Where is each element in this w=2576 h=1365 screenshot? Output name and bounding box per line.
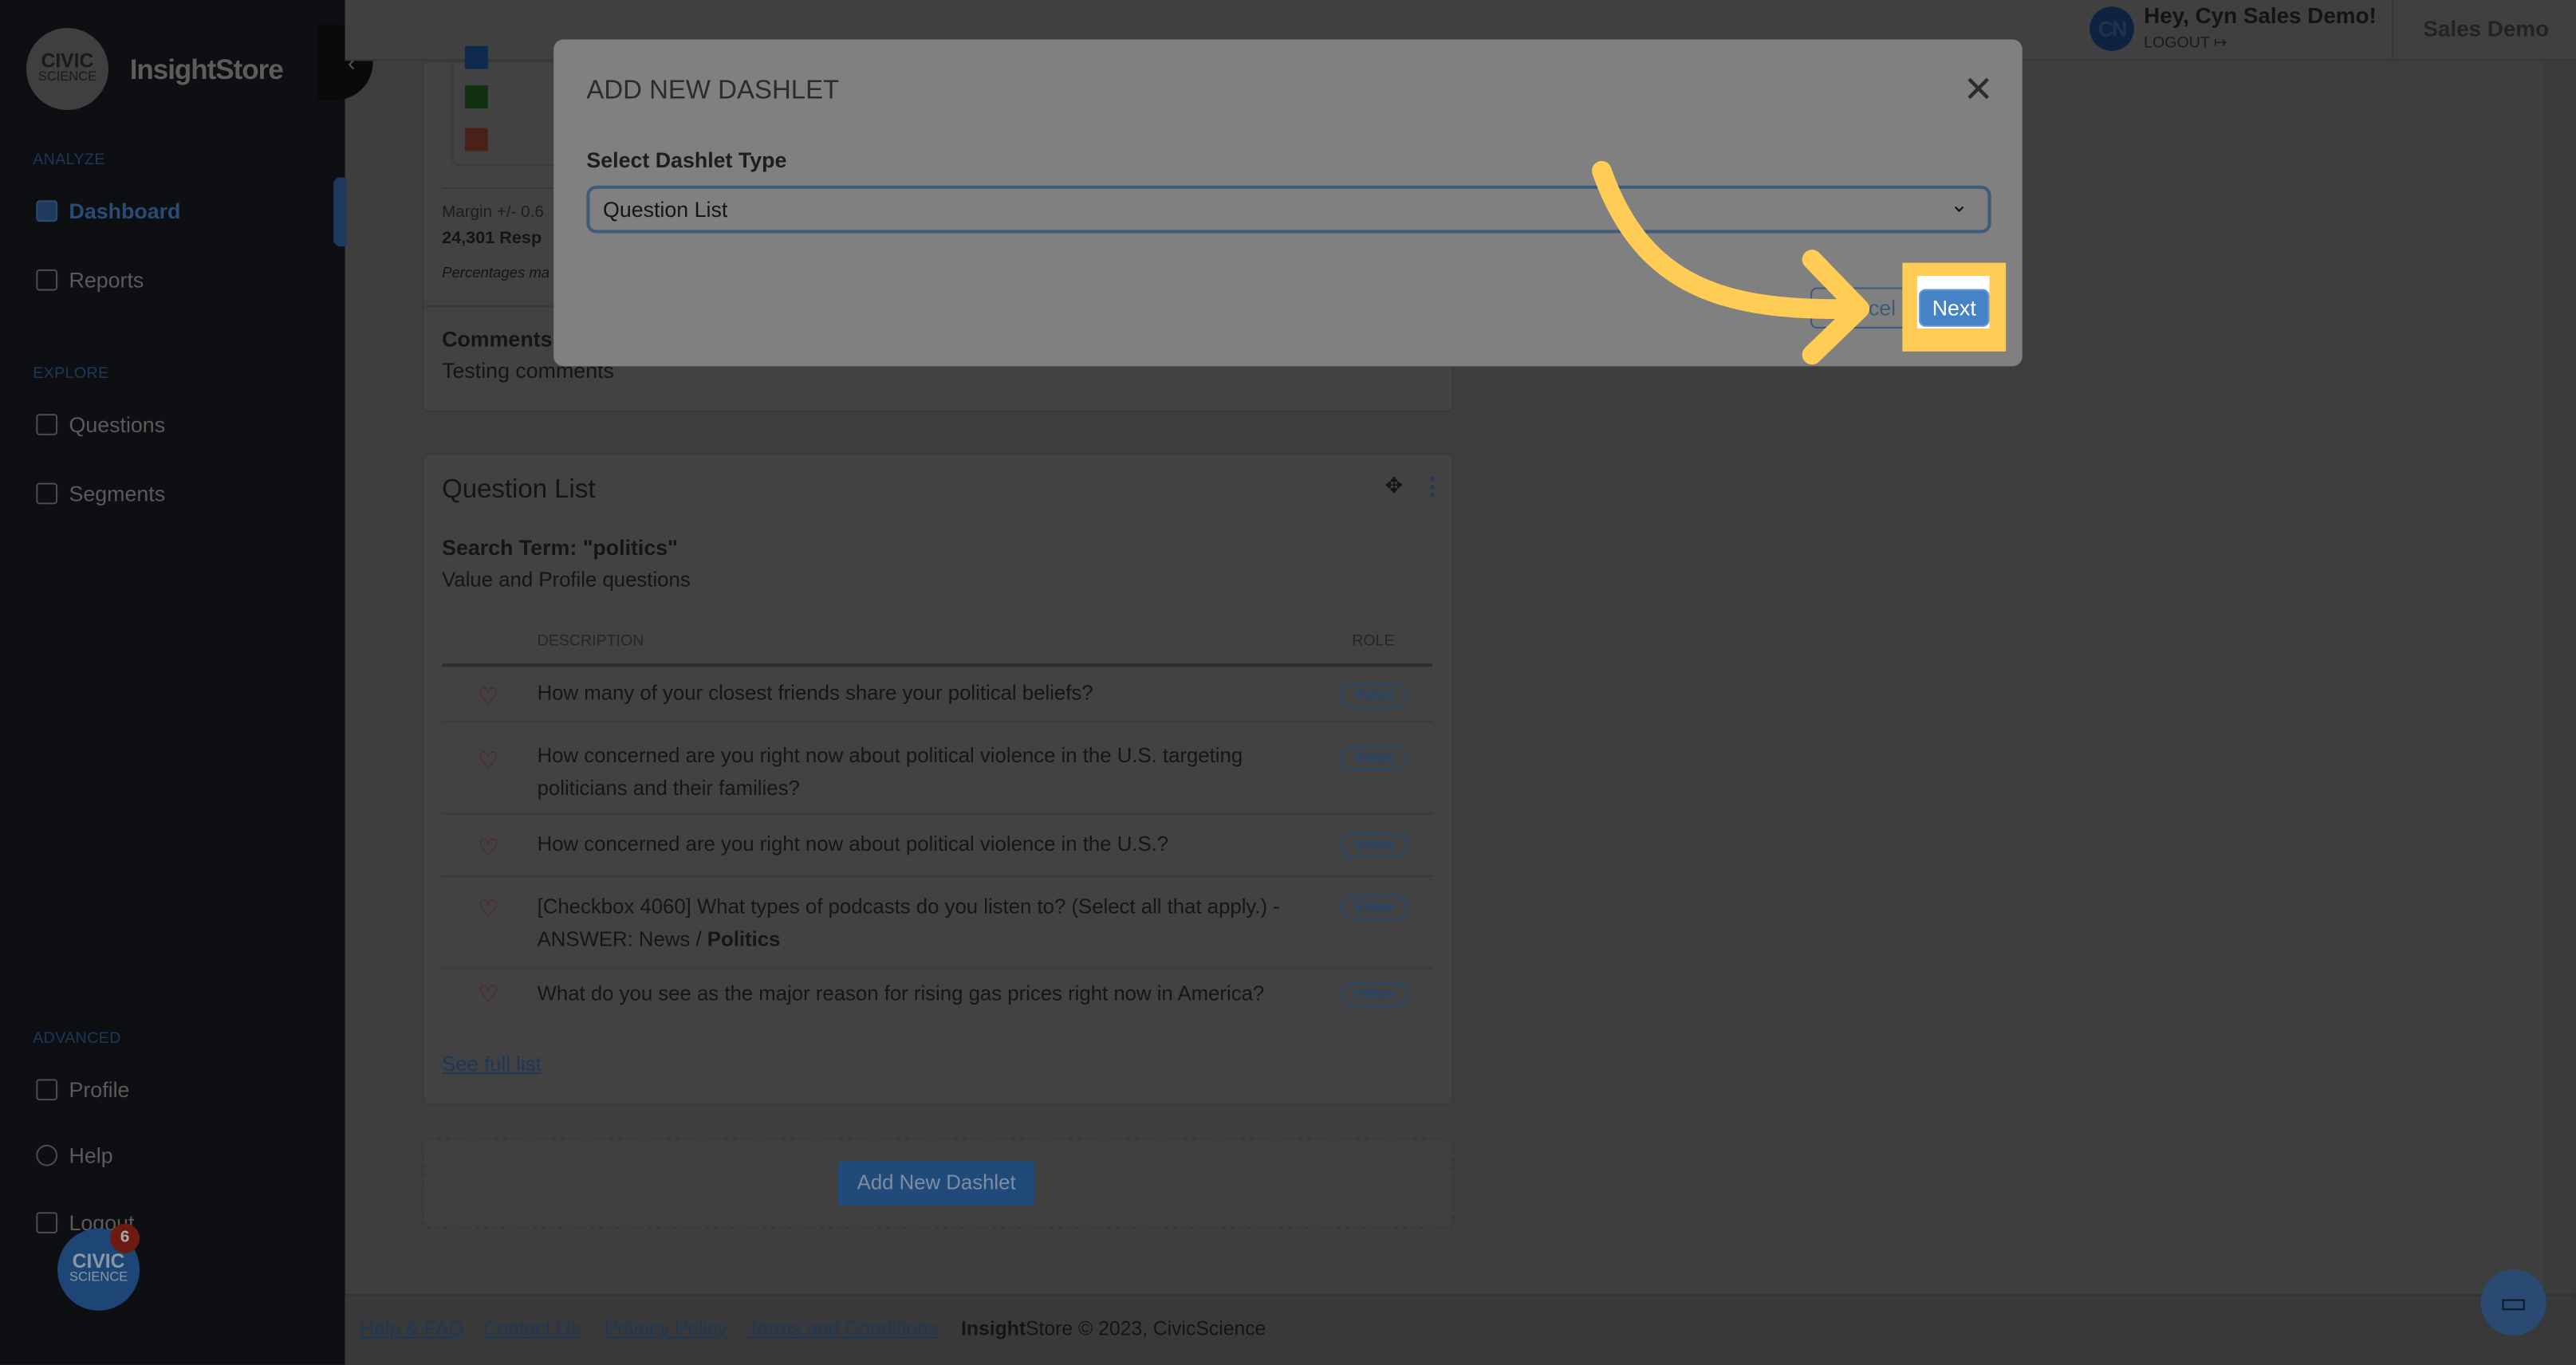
pointer-arrow-icon [1592,160,1870,365]
